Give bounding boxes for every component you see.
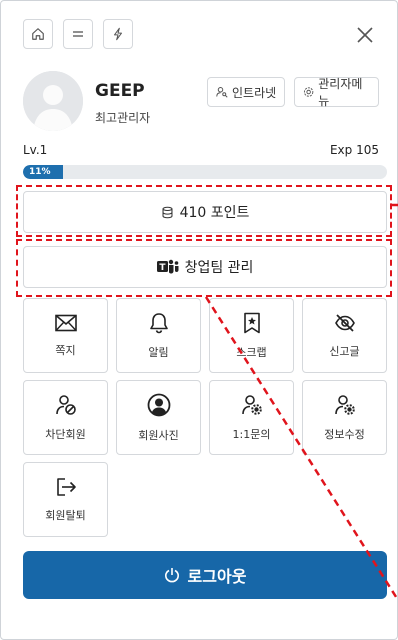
lightning-icon bbox=[113, 27, 123, 41]
avatar[interactable] bbox=[23, 71, 83, 131]
admin-menu-label: 관리자메뉴 bbox=[318, 77, 363, 108]
exit-icon bbox=[56, 477, 76, 496]
user-gear-icon bbox=[241, 394, 262, 415]
team-manage-button[interactable]: T 창업팀 관리 bbox=[23, 246, 387, 288]
tile-label: 알림 bbox=[148, 345, 169, 359]
tile-edit-info[interactable]: 정보수정 bbox=[302, 380, 387, 455]
tile-inquiry[interactable]: 1:1문의 bbox=[209, 380, 294, 455]
logout-button[interactable]: 로그아웃 bbox=[23, 551, 387, 599]
menu-button[interactable] bbox=[63, 19, 93, 49]
points-label: 410 포인트 bbox=[179, 205, 250, 221]
level-label: Lv.1 bbox=[23, 143, 48, 157]
level-row: Lv.1 Exp 105 bbox=[23, 143, 379, 157]
gear-icon bbox=[303, 87, 314, 97]
tile-blocked-members[interactable]: 차단회원 bbox=[23, 380, 108, 455]
tile-label: 스크랩 bbox=[236, 345, 267, 359]
tile-scrap[interactable]: 스크랩 bbox=[209, 298, 294, 373]
user-block-icon bbox=[55, 394, 76, 415]
intranet-label: 인트라넷 bbox=[232, 85, 277, 100]
close-button[interactable] bbox=[353, 23, 377, 47]
tile-label: 회원탈퇴 bbox=[45, 508, 86, 522]
topbar bbox=[23, 19, 133, 49]
svg-text:T: T bbox=[159, 263, 166, 273]
user-name: GEEP bbox=[95, 81, 145, 101]
default-avatar-icon bbox=[23, 71, 83, 131]
home-icon bbox=[32, 28, 44, 40]
user-panel: GEEP 최고관리자 인트라넷 관리자메뉴 Lv.1 Exp 105 11% 4… bbox=[0, 0, 398, 640]
tile-label: 회원사진 bbox=[138, 428, 179, 442]
menu-icon bbox=[73, 31, 83, 37]
exp-progress-fill: 11% bbox=[23, 165, 64, 179]
database-icon bbox=[162, 206, 173, 218]
exp-progress-bar: 11% bbox=[23, 165, 387, 179]
profile-section: GEEP 최고관리자 인트라넷 관리자메뉴 bbox=[23, 71, 379, 135]
tile-label: 신고글 bbox=[329, 344, 360, 358]
bell-icon bbox=[149, 312, 168, 333]
bookmark-star-icon bbox=[243, 312, 260, 333]
tile-label: 정보수정 bbox=[324, 427, 365, 441]
user-key-icon bbox=[216, 87, 228, 98]
tile-withdraw[interactable]: 회원탈퇴 bbox=[23, 462, 108, 537]
envelope-icon bbox=[54, 314, 77, 331]
tile-report[interactable]: 신고글 bbox=[302, 298, 387, 373]
points-button[interactable]: 410 포인트 bbox=[23, 191, 387, 233]
exp-label: Exp 105 bbox=[329, 143, 379, 157]
logout-label: 로그아웃 bbox=[187, 567, 247, 586]
user-circle-icon bbox=[147, 393, 170, 416]
close-icon bbox=[357, 27, 373, 43]
teams-icon: T bbox=[156, 259, 179, 274]
exp-progress-text: 11% bbox=[29, 167, 51, 177]
tile-label: 쪽지 bbox=[55, 343, 76, 357]
tile-message[interactable]: 쪽지 bbox=[23, 298, 108, 373]
lightning-button[interactable] bbox=[103, 19, 133, 49]
eye-slash-icon bbox=[334, 313, 355, 332]
admin-menu-button[interactable]: 관리자메뉴 bbox=[294, 77, 379, 108]
tile-notification[interactable]: 알림 bbox=[116, 298, 201, 373]
team-manage-label: 창업팀 관리 bbox=[184, 260, 254, 276]
home-button[interactable] bbox=[23, 19, 53, 49]
tile-label: 차단회원 bbox=[45, 427, 86, 441]
power-icon bbox=[164, 568, 179, 583]
user-role: 최고관리자 bbox=[95, 111, 151, 125]
intranet-button[interactable]: 인트라넷 bbox=[207, 77, 286, 107]
tile-label: 1:1문의 bbox=[232, 427, 271, 441]
tile-member-photo[interactable]: 회원사진 bbox=[116, 380, 201, 455]
user-gear-icon bbox=[334, 394, 355, 415]
